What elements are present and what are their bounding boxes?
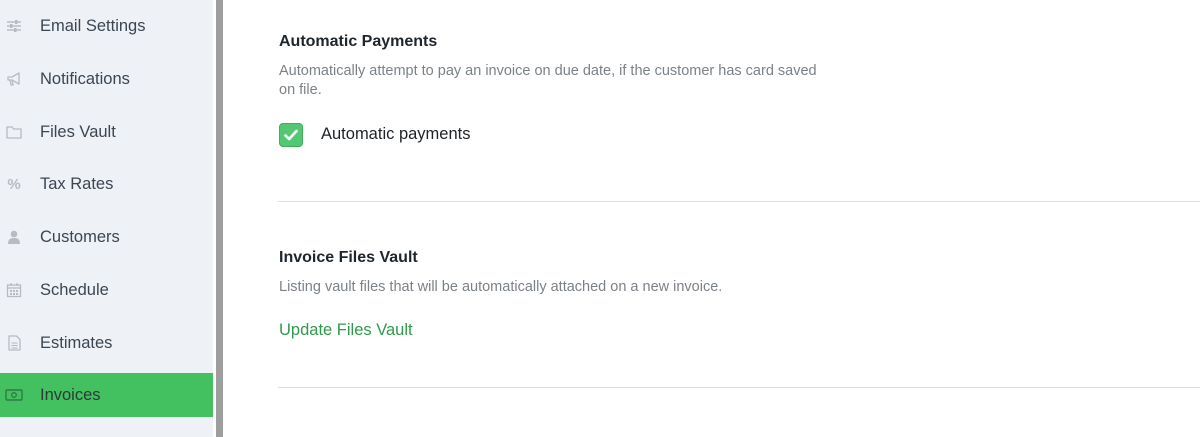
automatic-payments-description: Automatically attempt to pay an invoice … — [279, 63, 817, 98]
percent-icon: % — [7, 175, 21, 193]
section-divider — [278, 387, 1200, 388]
sliders-icon — [5, 17, 23, 35]
sidebar-item-invoices[interactable]: Invoices — [0, 373, 213, 417]
sidebar-item-label: Schedule — [40, 280, 109, 299]
user-icon — [5, 228, 23, 246]
sidebar-item-label: Tax Rates — [40, 174, 114, 193]
document-icon — [5, 334, 23, 352]
sidebar-item-email-settings[interactable]: Email Settings — [0, 4, 213, 48]
sidebar-item-files-vault[interactable]: Files Vault — [0, 110, 213, 154]
sidebar-item-label: Email Settings — [40, 16, 146, 35]
sidebar-item-estimates[interactable]: Estimates — [0, 321, 213, 365]
checkmark-icon — [284, 129, 298, 141]
sidebar-item-tax-rates[interactable]: % Tax Rates — [0, 162, 213, 206]
sidebar-item-schedule[interactable]: Schedule — [0, 268, 213, 312]
sidebar-item-label: Files Vault — [40, 122, 116, 141]
sidebar-divider — [213, 0, 228, 437]
folder-icon — [5, 123, 23, 141]
sidebar: Email Settings Notifications Files Vault… — [0, 0, 213, 437]
invoice-files-vault-description: Listing vault files that will be automat… — [279, 279, 723, 295]
sidebar-item-label: Invoices — [40, 385, 101, 404]
automatic-payments-checkbox[interactable] — [279, 123, 303, 147]
sidebar-item-label: Notifications — [40, 69, 130, 88]
calendar-icon — [5, 281, 23, 299]
main-content: Automatic Payments Automatically attempt… — [228, 0, 1200, 437]
sidebar-item-customers[interactable]: Customers — [0, 215, 213, 259]
megaphone-icon — [5, 70, 23, 88]
automatic-payments-title: Automatic Payments — [279, 33, 438, 50]
sidebar-item-notifications[interactable]: Notifications — [0, 57, 213, 101]
automatic-payments-label: Automatic payments — [321, 125, 471, 143]
update-files-vault-link[interactable]: Update Files Vault — [279, 321, 413, 340]
invoice-files-vault-title: Invoice Files Vault — [279, 249, 418, 266]
money-bill-icon — [5, 386, 23, 404]
sidebar-item-label: Estimates — [40, 333, 113, 352]
section-divider — [278, 201, 1200, 202]
sidebar-item-label: Customers — [40, 227, 120, 246]
